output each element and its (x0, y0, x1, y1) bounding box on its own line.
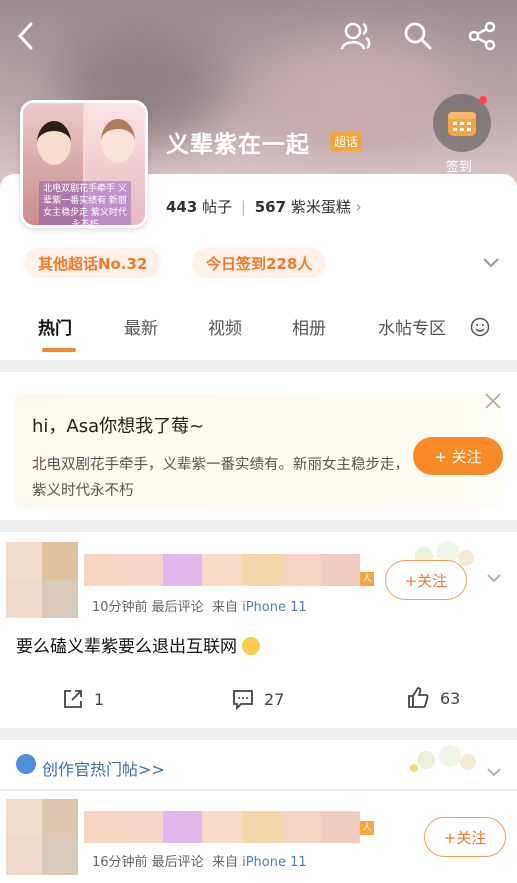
username-mosaic[interactable] (84, 811, 360, 843)
post-follow-button[interactable]: +关注 (385, 560, 467, 600)
share-button[interactable]: 1 (62, 688, 104, 710)
stats-divider: | (240, 198, 246, 216)
smile-icon (470, 317, 490, 341)
post-device[interactable]: iPhone 11 (242, 600, 307, 615)
like-button[interactable]: 63 (406, 686, 460, 710)
post-time: 16分钟前 最后评论 (92, 855, 204, 870)
avatar-face-right (101, 119, 135, 163)
post-from: 来自 (211, 855, 238, 870)
close-icon[interactable] (483, 391, 503, 415)
calendar-icon (448, 112, 476, 136)
chevron-right-icon: › (355, 198, 362, 216)
topic-title: 义辈紫在一起 (166, 132, 310, 158)
super-topic-badge: 超话 (330, 132, 363, 151)
posts-label: 帖子 (202, 198, 233, 216)
notification-dot (479, 96, 487, 104)
signin-label: 签到 (446, 160, 473, 175)
post-meta: 10分钟前 最后评论 来自 iPhone 11 (92, 596, 307, 615)
post-text: 要么磕义辈紫要么退出互联网 (16, 637, 237, 657)
checkin-pill[interactable]: 今日签到228人 (192, 248, 327, 278)
chevron-down-icon[interactable] (486, 762, 502, 781)
greeting-text: 北电双剧花手牵手，义辈紫一番实绩有。新丽女主稳步走，紫义时代永不朽 (32, 457, 409, 499)
creator-badge-icon (16, 754, 36, 774)
chevron-down-icon[interactable] (486, 568, 502, 587)
posts-count: 443 (166, 198, 198, 216)
fans-label: 紫米蛋糕 (290, 198, 351, 216)
share-icon[interactable] (462, 14, 502, 58)
search-icon[interactable] (398, 14, 438, 58)
signin-button[interactable] (433, 94, 491, 152)
tab-bar: 热门 最新 视频 相册 水帖专区 (0, 314, 517, 348)
topic-stats[interactable]: 443 帖子 | 567 紫米蛋糕 › (166, 196, 362, 217)
tab-latest[interactable]: 最新 (124, 314, 158, 339)
post-content[interactable]: 要么磕义辈紫要么退出互联网 (16, 632, 261, 657)
rank-pill[interactable]: 其他超话No.32 (24, 248, 162, 278)
back-icon[interactable] (6, 14, 46, 58)
tab-hot[interactable]: 热门 (38, 314, 72, 339)
post-avatar[interactable] (6, 542, 78, 618)
post-time: 10分钟前 最后评论 (92, 600, 204, 615)
comment-button[interactable]: 27 (232, 688, 284, 710)
username-mosaic[interactable] (84, 554, 360, 586)
user-chat-icon[interactable] (336, 14, 376, 58)
thumbs-up-icon (408, 687, 429, 708)
blush-emoji-icon (242, 637, 261, 655)
avatar-caption: 北电双剧花手牵手 义辈紫一番实绩有 新丽女主稳步走 紫义时代永不朽 (39, 181, 131, 225)
post-meta: 16分钟前 最后评论 来自 iPhone 11 (92, 851, 307, 870)
post-card: 人 +关注 10分钟前 最后评论 来自 iPhone 11 要么磕义辈紫要么退出… (0, 532, 517, 728)
comment-count: 27 (264, 689, 285, 709)
post-card: 人 +关注 16分钟前 最后评论 来自 iPhone 11 (0, 791, 517, 883)
chevron-down-icon[interactable] (482, 254, 500, 273)
greeting-follow-button[interactable]: + 关注 (413, 437, 503, 475)
post-from: 来自 (211, 600, 238, 615)
active-tab-indicator (42, 348, 76, 352)
share-count: 1 (94, 689, 105, 709)
tab-album[interactable]: 相册 (292, 314, 326, 339)
avatar-face-left (37, 121, 71, 165)
user-badge: 人 (360, 572, 374, 586)
top-bar (0, 14, 517, 62)
post-device[interactable]: iPhone 11 (242, 855, 307, 870)
post-avatar[interactable] (6, 799, 78, 875)
topic-avatar[interactable]: 北电双剧花手牵手 义辈紫一番实绩有 新丽女主稳步走 紫义时代永不朽 (20, 100, 148, 228)
greeting-title: hi，Asa你想我了莓~ (32, 416, 205, 437)
decoration-sticker (404, 738, 484, 778)
tab-video[interactable]: 视频 (208, 314, 242, 339)
fans-count: 567 (254, 198, 287, 216)
post-follow-button[interactable]: +关注 (424, 817, 506, 857)
repost-icon (64, 690, 82, 708)
user-badge: 人 (360, 821, 374, 835)
comment-icon (233, 690, 253, 710)
like-count: 63 (440, 688, 461, 708)
hot-posts-link[interactable]: 创作官热门帖>> (42, 756, 165, 780)
tab-water-posts[interactable]: 水帖专区 (378, 314, 446, 339)
